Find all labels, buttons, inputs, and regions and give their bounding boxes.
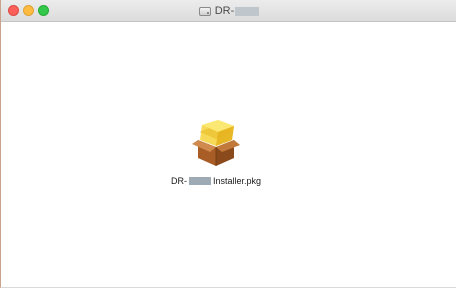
title-bar[interactable]: DR- <box>1 0 456 22</box>
close-button[interactable] <box>8 5 19 16</box>
file-name-suffix: Installer.pkg <box>212 176 262 186</box>
redacted-title-part <box>235 6 260 16</box>
finder-window: DR- DR- Installer.pkg <box>0 0 456 288</box>
installer-package-item[interactable]: DR- Installer.pkg <box>161 120 271 186</box>
package-icon <box>192 120 240 166</box>
disk-image-icon <box>198 6 211 16</box>
minimize-button[interactable] <box>23 5 34 16</box>
zoom-button[interactable] <box>38 5 49 16</box>
redacted-file-name-part <box>188 177 211 185</box>
window-content: DR- Installer.pkg <box>1 22 456 287</box>
file-name-prefix: DR- <box>170 176 187 186</box>
file-name-label: DR- Installer.pkg <box>171 176 261 186</box>
window-title-group: DR- <box>1 0 456 22</box>
window-title: DR- <box>214 5 235 17</box>
